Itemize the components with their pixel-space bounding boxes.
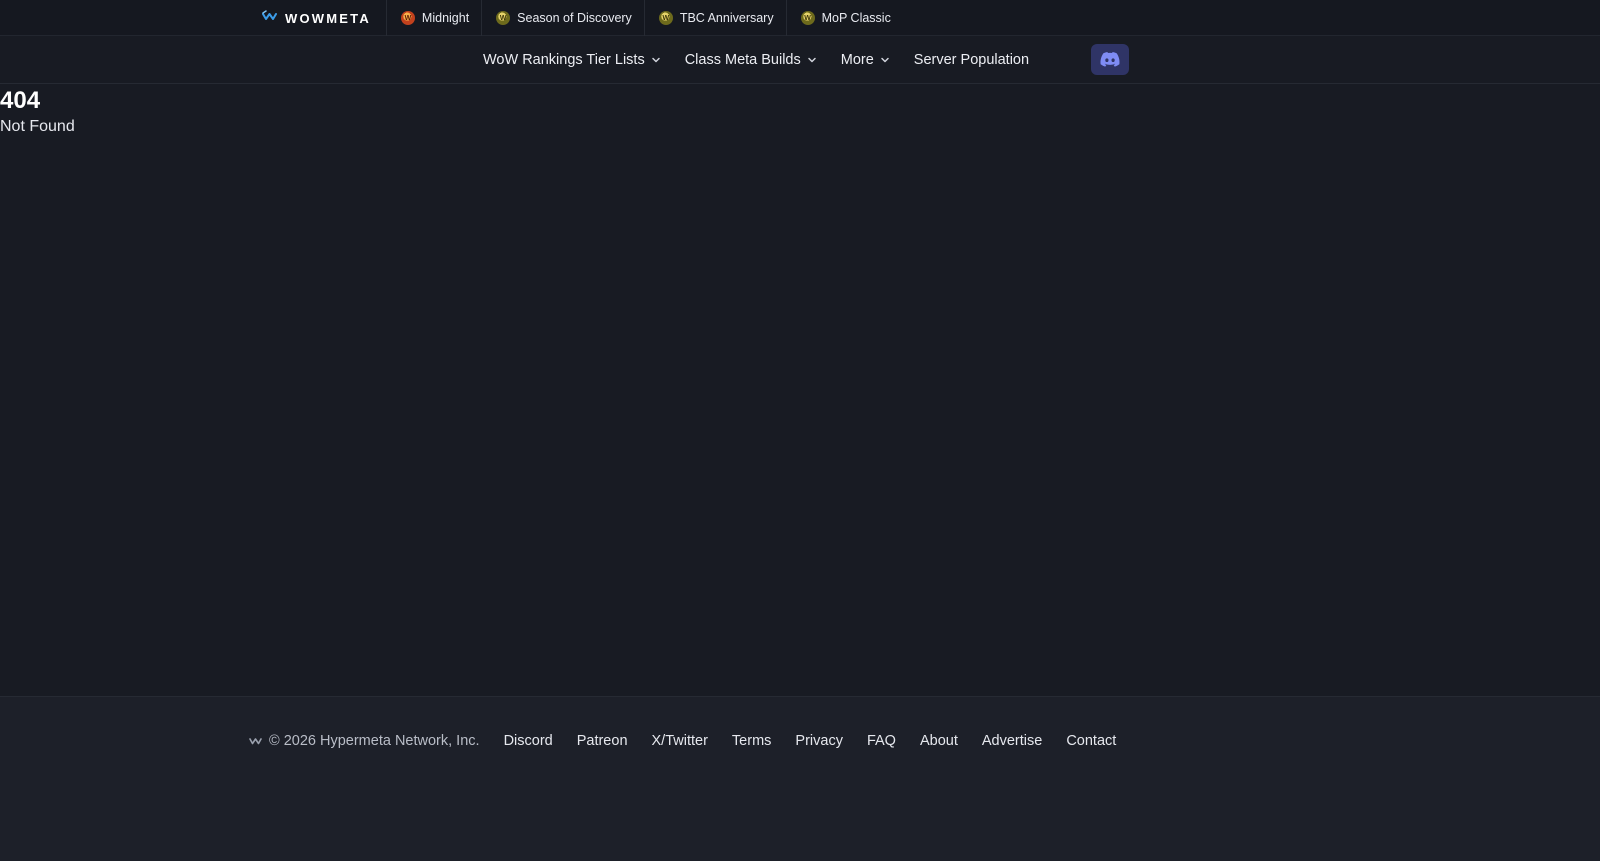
- sod-game-icon: W: [496, 11, 511, 25]
- game-tab-tbc-anniversary[interactable]: W TBC Anniversary: [645, 0, 787, 36]
- game-switcher-bar: WOWMETA W Midnight W Season of Discovery…: [0, 0, 1600, 36]
- nav-item-wow-rankings-tier-lists[interactable]: WoW Rankings Tier Lists: [483, 52, 661, 68]
- footer-link-about[interactable]: About: [920, 733, 958, 749]
- footer-link-contact[interactable]: Contact: [1066, 733, 1116, 749]
- brand-name: WOWMETA: [285, 10, 371, 26]
- mop-game-icon: W: [800, 11, 815, 25]
- error-code: 404: [0, 87, 41, 114]
- nav-item-label: Class Meta Builds: [684, 52, 801, 68]
- chevron-down-icon: [651, 57, 660, 63]
- footer-link-discord[interactable]: Discord: [504, 733, 553, 749]
- chevron-down-icon: [808, 57, 816, 63]
- nav-menu: WoW Rankings Tier Lists Class Meta Build…: [483, 36, 1053, 84]
- game-switcher: WOWMETA W Midnight W Season of Discovery…: [250, 0, 903, 36]
- main-navigation: WoW Rankings Tier Lists Class Meta Build…: [0, 36, 1600, 84]
- footer-link-patreon[interactable]: Patreon: [577, 733, 628, 749]
- main-content: 404 Not Found: [0, 84, 1600, 696]
- chevron-down-icon: [881, 57, 889, 63]
- nav-item-class-meta-builds[interactable]: Class Meta Builds: [685, 52, 817, 68]
- game-tab-label: Midnight: [421, 11, 470, 25]
- midnight-game-icon: W: [400, 11, 415, 25]
- footer-link-faq[interactable]: FAQ: [867, 733, 896, 749]
- discord-button[interactable]: [1091, 44, 1129, 75]
- game-tab-midnight[interactable]: W Midnight: [387, 0, 483, 36]
- game-tab-label: TBC Anniversary: [679, 11, 774, 25]
- footer-link-terms[interactable]: Terms: [732, 733, 771, 749]
- game-tab-season-of-discovery[interactable]: W Season of Discovery: [482, 0, 645, 36]
- tbc-game-icon: W: [658, 11, 673, 25]
- nav-item-label: Server Population: [913, 52, 1030, 68]
- nav-item-label: WoW Rankings Tier Lists: [483, 52, 645, 68]
- wowmeta-logo-icon: [262, 9, 277, 27]
- footer-link-privacy[interactable]: Privacy: [795, 733, 843, 749]
- game-tab-label: Season of Discovery: [517, 11, 632, 25]
- discord-icon: [1100, 52, 1120, 67]
- footer-link-advertise[interactable]: Advertise: [982, 733, 1042, 749]
- nav-item-more[interactable]: More: [841, 52, 890, 68]
- copyright: © 2026 Hypermeta Network, Inc.: [249, 733, 480, 749]
- brand-logo-link[interactable]: WOWMETA: [250, 0, 387, 36]
- nav-item-label: More: [840, 52, 874, 68]
- footer: © 2026 Hypermeta Network, Inc. Discord P…: [0, 696, 1600, 861]
- hypermeta-logo-icon: [249, 738, 262, 745]
- error-message: Not Found: [0, 118, 75, 135]
- nav-item-server-population[interactable]: Server Population: [914, 52, 1029, 68]
- copyright-text: © 2026 Hypermeta Network, Inc.: [269, 733, 480, 749]
- footer-links-row: © 2026 Hypermeta Network, Inc. Discord P…: [249, 731, 1140, 751]
- game-tab-mop-classic[interactable]: W MoP Classic: [787, 0, 903, 36]
- game-tab-label: MoP Classic: [821, 11, 891, 25]
- footer-link-x-twitter[interactable]: X/Twitter: [652, 733, 708, 749]
